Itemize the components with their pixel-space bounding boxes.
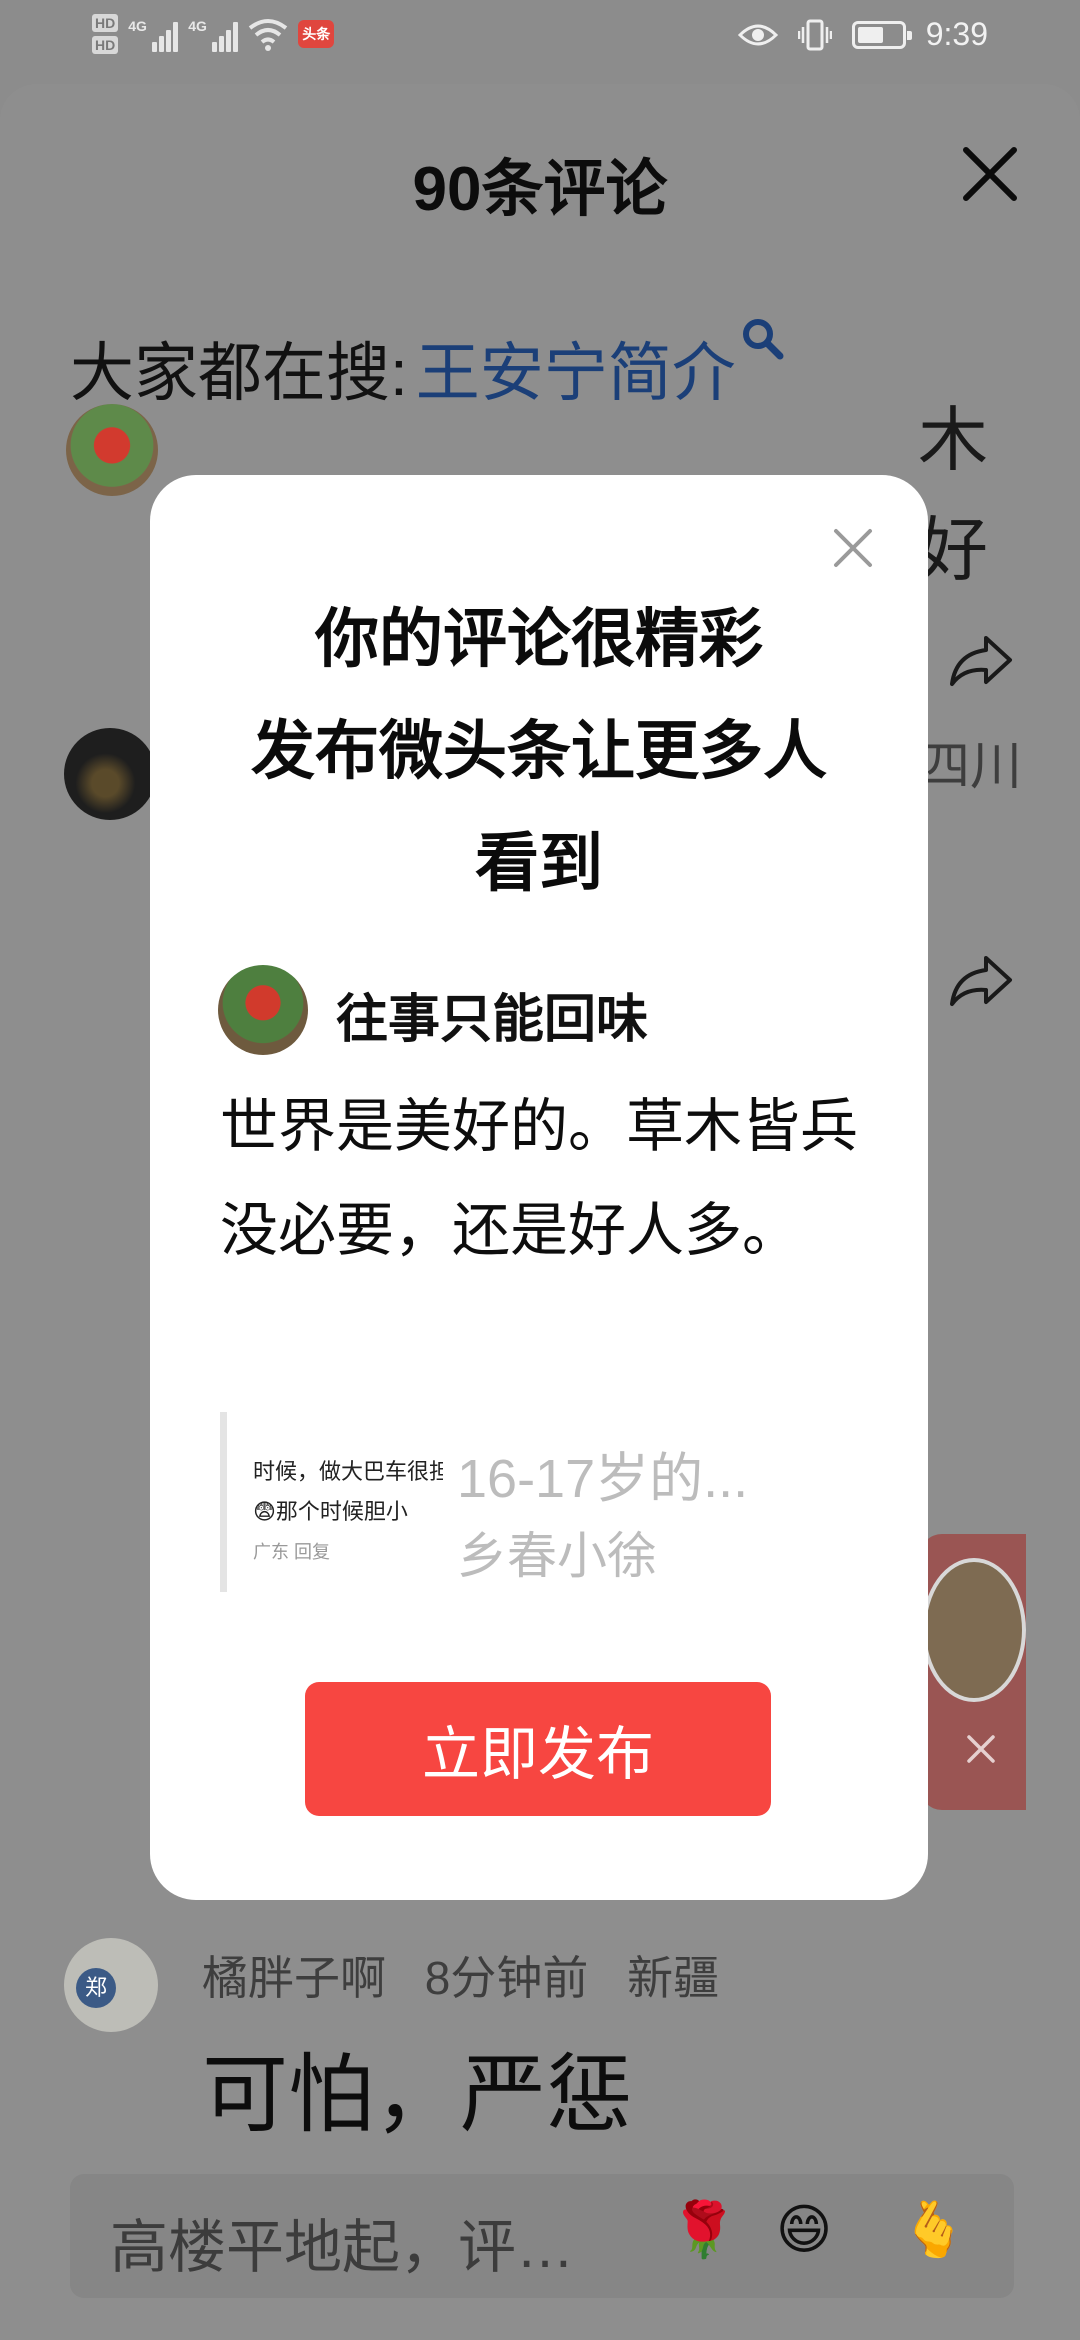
heart-hand-emoji-button[interactable]: 🫰 bbox=[896, 2192, 972, 2268]
dialog-title-line: 你的评论很精彩 bbox=[315, 603, 763, 675]
comment-preview: 世界是美好的。草木皆兵没必要，还是好人多。 bbox=[220, 1094, 859, 1263]
comment-input[interactable]: 高楼平地起，评… 🌹 😄 🫰 bbox=[70, 2174, 1014, 2298]
network-type: 4G bbox=[128, 18, 147, 34]
comment-meta: 橘胖子啊 8分钟前 新疆 bbox=[202, 1942, 745, 2008]
hd-label: HD bbox=[92, 36, 119, 54]
trending-search[interactable]: 大家都在搜: 王安宁简介 bbox=[70, 319, 786, 414]
thumbnail-text: 😨那个时候胆小 bbox=[253, 1499, 408, 1524]
publish-dialog: 你的评论很精彩 发布微头条让更多人 看到 往事只能回味 世界是美好的。草木皆兵没… bbox=[150, 475, 928, 1900]
battery-icon bbox=[851, 20, 912, 49]
trending-search-label: 大家都在搜: bbox=[70, 337, 408, 409]
dialog-title-line: 发布微头条让更多人 bbox=[251, 715, 827, 787]
avatar[interactable] bbox=[64, 728, 156, 820]
comment-text-fragment: 好 bbox=[918, 511, 988, 589]
close-icon[interactable] bbox=[960, 144, 1020, 204]
user-name: 往事只能回味 bbox=[336, 991, 649, 1049]
comment-location: 四川 bbox=[918, 738, 1023, 796]
avatar[interactable] bbox=[66, 404, 158, 496]
avatar-badge: 郑 bbox=[76, 1968, 116, 2008]
share-icon[interactable] bbox=[948, 632, 1014, 688]
comment-location: 新疆 bbox=[627, 1952, 720, 2004]
signal-icon: 4G bbox=[188, 16, 239, 52]
status-bar: HD HD 4G 4G 头条 9:39 bbox=[0, 0, 1080, 84]
page-title: 90条评论 bbox=[412, 155, 668, 224]
rose-emoji-button[interactable]: 🌹 bbox=[666, 2192, 742, 2268]
dialog-title: 你的评论很精彩 发布微头条让更多人 看到 bbox=[190, 583, 888, 919]
close-icon[interactable] bbox=[832, 527, 874, 569]
comment-text-fragment: 木 bbox=[918, 401, 988, 479]
share-icon[interactable] bbox=[948, 952, 1014, 1008]
hd-label: HD bbox=[92, 14, 119, 32]
comment-time: 8分钟前 bbox=[424, 1952, 589, 2004]
floating-video-card[interactable] bbox=[920, 1534, 1026, 1810]
close-icon[interactable] bbox=[966, 1734, 996, 1764]
eye-icon bbox=[737, 24, 778, 45]
laugh-emoji-button[interactable]: 😄 bbox=[766, 2192, 842, 2268]
clock: 9:39 bbox=[925, 16, 988, 52]
signal-icon: 4G bbox=[128, 16, 179, 52]
quote-title: 16-17岁的... bbox=[457, 1449, 749, 1509]
search-icon[interactable] bbox=[740, 316, 786, 362]
publish-now-button[interactable]: 立即发布 bbox=[305, 1682, 771, 1816]
wifi-icon bbox=[249, 19, 288, 51]
quote-thumbnail: 时候，做大巴车很担 😨那个时候胆小 广东 回复 bbox=[253, 1452, 443, 1572]
avatar bbox=[218, 965, 308, 1055]
avatar[interactable]: 郑 bbox=[64, 1938, 158, 2032]
thumbnail-text: 时候，做大巴车很担 bbox=[253, 1459, 443, 1484]
comment-text: 可怕，严惩 bbox=[202, 2047, 632, 2143]
quoted-article: 时候，做大巴车很担 😨那个时候胆小 广东 回复 16-17岁的... 乡春小徐 bbox=[220, 1412, 827, 1592]
network-type: 4G bbox=[188, 18, 207, 34]
trending-search-term[interactable]: 王安宁简介 bbox=[416, 322, 736, 414]
comment-username[interactable]: 橘胖子啊 bbox=[202, 1952, 386, 2004]
toutiao-app-icon: 头条 bbox=[298, 20, 335, 48]
comment-input-placeholder: 高楼平地起，评… bbox=[110, 2215, 575, 2280]
quote-author: 乡春小徐 bbox=[457, 1528, 657, 1584]
video-thumbnail bbox=[922, 1558, 1026, 1702]
thumbnail-meta: 广东 回复 bbox=[253, 1542, 331, 1562]
vibrate-icon bbox=[797, 19, 832, 50]
dialog-title-line: 看到 bbox=[475, 827, 603, 899]
